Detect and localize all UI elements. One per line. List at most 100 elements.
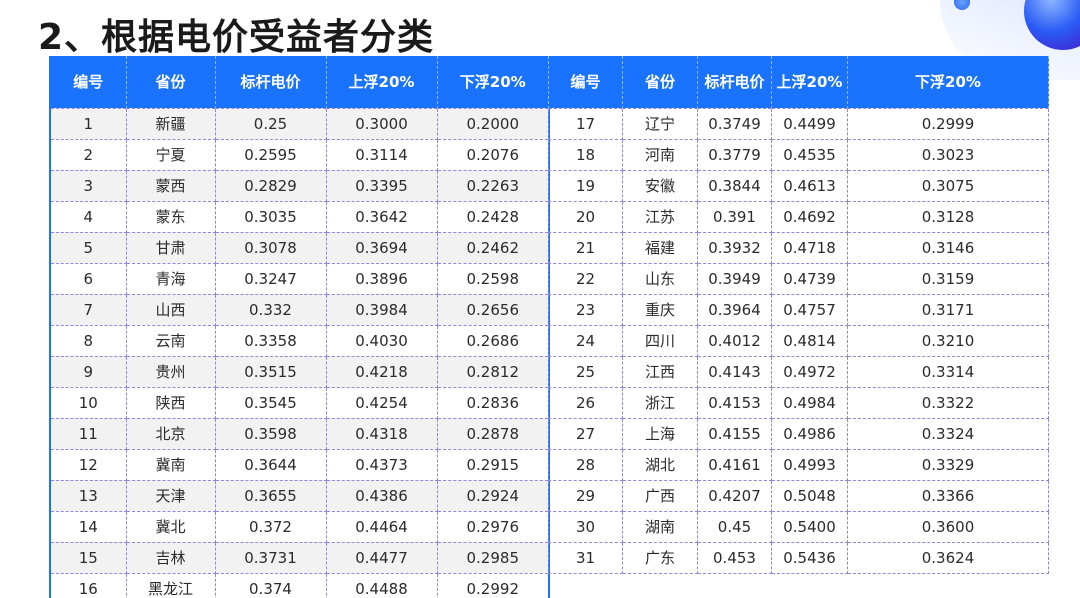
table-row: 27 上海 0.4155 0.4986 0.3324 (548, 417, 1049, 450)
table-row: 22 山东 0.3949 0.4739 0.3159 (548, 262, 1049, 295)
table-row: 29 广西 0.4207 0.5048 0.3366 (548, 479, 1049, 512)
table-row: 26 浙江 0.4153 0.4984 0.3322 (548, 386, 1049, 419)
cell-down-20: 0.2915 (436, 448, 550, 481)
cell-province: 江苏 (622, 200, 698, 233)
cell-province: 河南 (622, 138, 698, 171)
cell-province: 冀南 (125, 448, 216, 481)
cell-province: 山东 (622, 262, 698, 295)
cell-benchmark-price: 0.2595 (214, 138, 327, 171)
table-row: 25 江西 0.4143 0.4972 0.3314 (548, 355, 1049, 388)
cell-province: 上海 (622, 417, 698, 450)
table-row: 12 冀南 0.3644 0.4373 0.2915 (49, 448, 550, 481)
cell-number: 11 (49, 417, 127, 450)
cell-up-20: 0.4373 (325, 448, 438, 481)
cell-benchmark-price: 0.3545 (214, 386, 327, 419)
cell-province: 蒙西 (125, 169, 216, 202)
cell-benchmark-price: 0.3644 (214, 448, 327, 481)
cell-down-20: 0.2976 (436, 510, 550, 543)
cell-number: 3 (49, 169, 127, 202)
cell-up-20: 0.4757 (771, 293, 848, 326)
table-row: 17 辽宁 0.3749 0.4499 0.2999 (548, 107, 1049, 140)
table-row: 7 山西 0.332 0.3984 0.2656 (49, 293, 550, 326)
cell-down-20: 0.3159 (847, 262, 1049, 295)
cell-up-20: 0.4477 (325, 541, 438, 574)
cell-number: 5 (49, 231, 127, 264)
cell-down-20: 0.3322 (847, 386, 1049, 419)
cell-up-20: 0.4535 (771, 138, 848, 171)
cell-down-20: 0.2428 (436, 200, 550, 233)
cell-down-20: 0.3075 (847, 169, 1049, 202)
cell-benchmark-price: 0.3598 (214, 417, 327, 450)
cell-up-20: 0.3984 (325, 293, 438, 326)
cell-up-20: 0.3694 (325, 231, 438, 264)
cell-down-20: 0.2836 (436, 386, 550, 419)
cell-number: 29 (548, 479, 623, 512)
cell-province: 贵州 (125, 355, 216, 388)
header-province: 省份 (622, 56, 698, 108)
cell-number: 18 (548, 138, 623, 171)
cell-number: 27 (548, 417, 623, 450)
table-left: 编号 省份 标杆电价 上浮20% 下浮20% 1 新疆 0.25 0.3000 0.20… (49, 56, 550, 598)
table-row: 1 新疆 0.25 0.3000 0.2000 (49, 107, 550, 140)
cell-benchmark-price: 0.4207 (697, 479, 772, 512)
cell-benchmark-price: 0.3844 (697, 169, 772, 202)
header-down-20: 下浮20% (436, 56, 550, 108)
header-benchmark-price: 标杆电价 (214, 56, 327, 108)
cell-down-20: 0.2462 (436, 231, 550, 264)
cell-number: 26 (548, 386, 623, 419)
table-row: 13 天津 0.3655 0.4386 0.2924 (49, 479, 550, 512)
cell-number: 4 (49, 200, 127, 233)
table-row: 30 湖南 0.45 0.5400 0.3600 (548, 510, 1049, 543)
table-row: 2 宁夏 0.2595 0.3114 0.2076 (49, 138, 550, 171)
table-row: 3 蒙西 0.2829 0.3395 0.2263 (49, 169, 550, 202)
cell-number: 16 (49, 572, 127, 598)
cell-province: 山西 (125, 293, 216, 326)
table-row: 20 江苏 0.391 0.4692 0.3128 (548, 200, 1049, 233)
cell-number: 13 (49, 479, 127, 512)
cell-up-20: 0.4718 (771, 231, 848, 264)
table-row: 21 福建 0.3932 0.4718 0.3146 (548, 231, 1049, 264)
cell-province: 辽宁 (622, 107, 698, 140)
cell-down-20: 0.2263 (436, 169, 550, 202)
cell-benchmark-price: 0.45 (697, 510, 772, 543)
cell-province: 福建 (622, 231, 698, 264)
cell-benchmark-price: 0.453 (697, 541, 772, 574)
cell-up-20: 0.4613 (771, 169, 848, 202)
cell-up-20: 0.4984 (771, 386, 848, 419)
cell-number: 2 (49, 138, 127, 171)
cell-up-20: 0.3000 (325, 107, 438, 140)
cell-number: 17 (548, 107, 623, 140)
table-row: 31 广东 0.453 0.5436 0.3624 (548, 541, 1049, 574)
cell-province: 江西 (622, 355, 698, 388)
cell-up-20: 0.4739 (771, 262, 848, 295)
cell-benchmark-price: 0.4143 (697, 355, 772, 388)
table-row: 18 河南 0.3779 0.4535 0.3023 (548, 138, 1049, 171)
cell-benchmark-price: 0.3515 (214, 355, 327, 388)
cell-down-20: 0.3023 (847, 138, 1049, 171)
cell-down-20: 0.2812 (436, 355, 550, 388)
cell-province: 甘肃 (125, 231, 216, 264)
table-row: 16 黑龙江 0.374 0.4488 0.2992 (49, 572, 550, 598)
cell-province: 浙江 (622, 386, 698, 419)
cell-up-20: 0.5436 (771, 541, 848, 574)
cell-province: 安徽 (622, 169, 698, 202)
cell-up-20: 0.4218 (325, 355, 438, 388)
cell-benchmark-price: 0.4155 (697, 417, 772, 450)
cell-up-20: 0.3395 (325, 169, 438, 202)
cell-down-20: 0.3329 (847, 448, 1049, 481)
header-down-20: 下浮20% (847, 56, 1049, 108)
cell-benchmark-price: 0.3932 (697, 231, 772, 264)
cell-down-20: 0.3210 (847, 324, 1049, 357)
cell-benchmark-price: 0.3731 (214, 541, 327, 574)
cell-up-20: 0.4986 (771, 417, 848, 450)
cell-number: 19 (548, 169, 623, 202)
cell-number: 6 (49, 262, 127, 295)
cell-up-20: 0.3114 (325, 138, 438, 171)
table-row: 4 蒙东 0.3035 0.3642 0.2428 (49, 200, 550, 233)
cell-number: 30 (548, 510, 623, 543)
cell-number: 22 (548, 262, 623, 295)
cell-up-20: 0.4030 (325, 324, 438, 357)
cell-province: 云南 (125, 324, 216, 357)
cell-up-20: 0.4386 (325, 479, 438, 512)
cell-down-20: 0.2924 (436, 479, 550, 512)
